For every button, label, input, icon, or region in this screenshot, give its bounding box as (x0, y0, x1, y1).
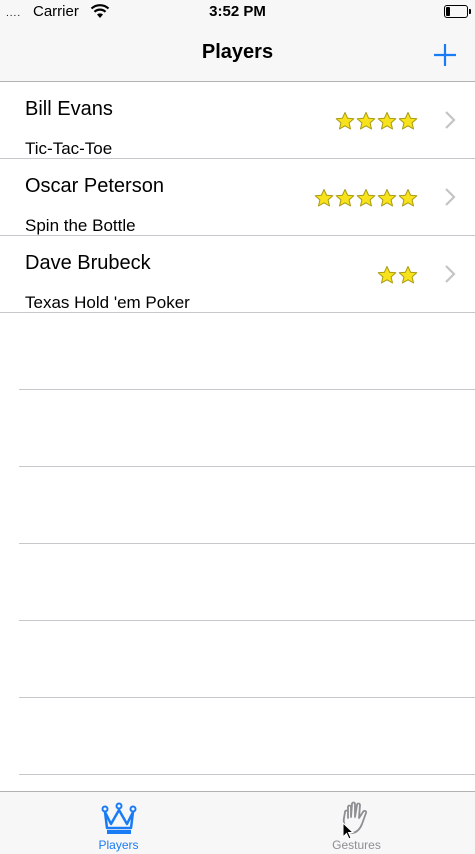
tab-bar: Players Gestures (0, 791, 475, 854)
star-icon (398, 189, 418, 207)
row-separator (19, 774, 475, 775)
rating-stars (377, 265, 418, 285)
player-name: Dave Brubeck (25, 252, 151, 274)
row-separator (19, 620, 475, 621)
chevron-right-icon (445, 188, 456, 206)
row-separator (19, 697, 475, 698)
add-player-button[interactable] (428, 38, 462, 72)
page-title: Players (201, 41, 274, 63)
rating-stars (335, 111, 418, 131)
star-icon (356, 112, 376, 130)
player-game: Texas Hold 'em Poker (25, 293, 190, 312)
status-bar: .... Carrier 3:52 PM (0, 0, 475, 26)
chevron-right-icon (445, 265, 456, 283)
mouse-cursor-icon (342, 822, 354, 840)
plus-icon (434, 44, 456, 66)
star-icon (335, 189, 355, 207)
player-name: Oscar Peterson (25, 175, 164, 197)
tab-label-gestures: Gestures (332, 838, 381, 852)
chevron-right-icon (445, 111, 456, 129)
star-icon (377, 266, 397, 284)
table-row[interactable]: Dave Brubeck Texas Hold 'em Poker (0, 236, 475, 313)
star-icon (398, 266, 418, 284)
row-separator (19, 389, 475, 390)
navigation-bar: Players (0, 26, 475, 82)
row-separator (19, 466, 475, 467)
star-icon (335, 112, 355, 130)
star-icon (377, 112, 397, 130)
row-separator (19, 543, 475, 544)
battery-icon (444, 5, 471, 18)
player-name: Bill Evans (25, 98, 113, 120)
players-table: Bill Evans Tic-Tac-Toe Oscar Peterson Spin … (0, 82, 475, 791)
star-icon (356, 189, 376, 207)
status-time: 3:52 PM (209, 3, 266, 20)
tab-players[interactable]: Players (0, 792, 237, 854)
table-row[interactable]: Bill Evans Tic-Tac-Toe (0, 82, 475, 159)
star-icon (314, 189, 334, 207)
crown-icon (101, 802, 136, 834)
player-game: Tic-Tac-Toe (25, 139, 113, 158)
rating-stars (314, 188, 418, 208)
table-row[interactable]: Oscar Peterson Spin the Bottle (0, 159, 475, 236)
star-icon (398, 112, 418, 130)
player-game: Spin the Bottle (25, 216, 136, 235)
tab-label-players: Players (98, 838, 139, 852)
tab-gestures[interactable]: Gestures (238, 792, 475, 854)
star-icon (377, 189, 397, 207)
